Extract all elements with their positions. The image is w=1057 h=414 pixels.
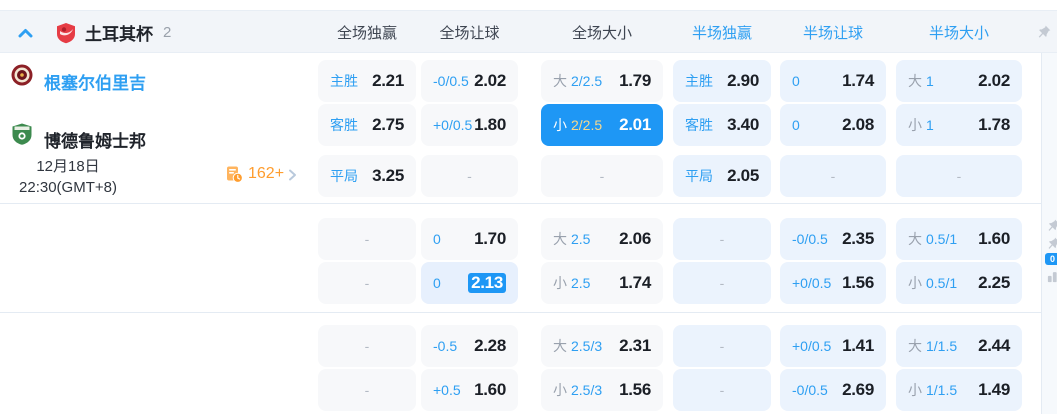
odds-cell[interactable]: 0 1.70 xyxy=(421,218,518,260)
odds-cell[interactable]: 大 2.5 2.06 xyxy=(541,218,663,260)
odds-cell-empty: - xyxy=(896,155,1022,197)
odds-cell[interactable]: 0 1.74 xyxy=(780,60,886,102)
odds-cell[interactable]: +0/0.5 1.56 xyxy=(780,262,886,304)
odds-cell[interactable]: 0 2.08 xyxy=(780,104,886,146)
odds-cell[interactable]: 大1 2.02 xyxy=(896,60,1022,102)
column-header-ft-win: 全场独赢 xyxy=(336,25,397,42)
odds-cell[interactable]: 客胜 3.40 xyxy=(673,104,771,146)
odds-cell-empty: - xyxy=(318,325,416,367)
match-time: 22:30(GMT+8) xyxy=(19,179,117,196)
chevron-right-icon xyxy=(288,168,297,181)
match-datetime: 12月18日 22:30(GMT+8) xyxy=(2,156,134,198)
odds-cell-empty: - xyxy=(318,218,416,260)
away-team-badge xyxy=(11,123,33,145)
column-header-ht-handicap: 半场让球 xyxy=(802,25,863,42)
section-divider xyxy=(0,312,1041,313)
odds-cell[interactable]: 主胜 2.90 xyxy=(673,60,771,102)
odds-cell[interactable]: -0.5 2.28 xyxy=(421,325,518,367)
right-edge-strip xyxy=(1041,53,1057,414)
league-logo-icon xyxy=(56,22,76,44)
odds-cell[interactable]: 大 2/2.5 1.79 xyxy=(541,60,663,102)
league-match-count: 2 xyxy=(163,24,172,41)
odds-cell[interactable]: +0/0.5 1.41 xyxy=(780,325,886,367)
odds-cell-empty: - xyxy=(673,325,771,367)
league-title: 土耳其杯 xyxy=(85,25,153,44)
odds-cell[interactable]: -0/0.5 2.69 xyxy=(780,369,886,411)
more-markets-count: 162+ xyxy=(248,165,285,182)
odds-cell[interactable]: 小 2.5/3 1.56 xyxy=(541,369,663,411)
odds-cell[interactable]: 主胜 2.21 xyxy=(318,60,416,102)
away-team-name: 博德鲁姆士邦 xyxy=(44,132,146,151)
odds-cell-empty: - xyxy=(318,262,416,304)
odds-cell[interactable]: 平局 2.05 xyxy=(673,155,771,197)
odds-cell[interactable]: 小1 1.78 xyxy=(896,104,1022,146)
more-markets-link[interactable]: 162+ xyxy=(226,164,297,184)
odds-cell-empty: - xyxy=(541,155,663,197)
live-score-badge[interactable]: 0 xyxy=(1045,253,1057,265)
odds-cell-empty: - xyxy=(673,369,771,411)
pin-icon[interactable] xyxy=(1036,24,1052,40)
odds-cell[interactable]: 平局 3.25 xyxy=(318,155,416,197)
section-divider xyxy=(0,203,1041,204)
odds-cell[interactable]: -0/0.5 2.35 xyxy=(780,218,886,260)
match-date: 12月18日 xyxy=(36,158,100,175)
odds-cell-empty: - xyxy=(673,262,771,304)
odds-cell-empty: - xyxy=(673,218,771,260)
odds-cell-selected[interactable]: 小 2/2.5 2.01 xyxy=(541,104,663,146)
column-header-ht-win: 半场独赢 xyxy=(691,25,752,42)
odds-cell[interactable]: -0/0.5 2.02 xyxy=(421,60,518,102)
odds-cell-flash[interactable]: 0 2.13 xyxy=(421,262,518,304)
league-header-bar: 土耳其杯 2 全场独赢 全场让球 全场大小 半场独赢 半场让球 半场大小 xyxy=(0,10,1057,53)
home-team-name: 根塞尔伯里吉 xyxy=(44,74,146,93)
odds-cell-empty: - xyxy=(318,369,416,411)
bar-chart-icon[interactable] xyxy=(1046,269,1057,284)
odds-cell[interactable]: 小 2.5 1.74 xyxy=(541,262,663,304)
column-header-ft-overunder: 全场大小 xyxy=(571,25,632,42)
odds-cell[interactable]: 大 2.5/3 2.31 xyxy=(541,325,663,367)
odds-cell[interactable]: 小 1/1.5 1.49 xyxy=(896,369,1022,411)
home-team-badge xyxy=(11,64,33,86)
odds-cell-empty: - xyxy=(421,155,518,197)
odds-cell[interactable]: 大 0.5/1 1.60 xyxy=(896,218,1022,260)
odds-cell[interactable]: +0/0.5 1.80 xyxy=(421,104,518,146)
pin-icon[interactable] xyxy=(1046,236,1057,251)
collapse-chevron-up-icon[interactable] xyxy=(18,25,34,41)
odds-cell[interactable]: 大 1/1.5 2.44 xyxy=(896,325,1022,367)
odds-panel: 土耳其杯 2 全场独赢 全场让球 全场大小 半场独赢 半场让球 半场大小 根塞尔… xyxy=(0,0,1057,414)
column-header-ft-handicap: 全场让球 xyxy=(439,25,500,42)
odds-cell[interactable]: 小 0.5/1 2.25 xyxy=(896,262,1022,304)
odds-cell[interactable]: 客胜 2.75 xyxy=(318,104,416,146)
odds-cell[interactable]: +0.5 1.60 xyxy=(421,369,518,411)
league-header-left: 土耳其杯 2 xyxy=(18,11,171,54)
odds-cell-empty: - xyxy=(780,155,886,197)
pin-icon[interactable] xyxy=(1046,218,1057,233)
column-header-ht-overunder: 半场大小 xyxy=(928,25,989,42)
doc-clock-icon xyxy=(226,166,243,183)
